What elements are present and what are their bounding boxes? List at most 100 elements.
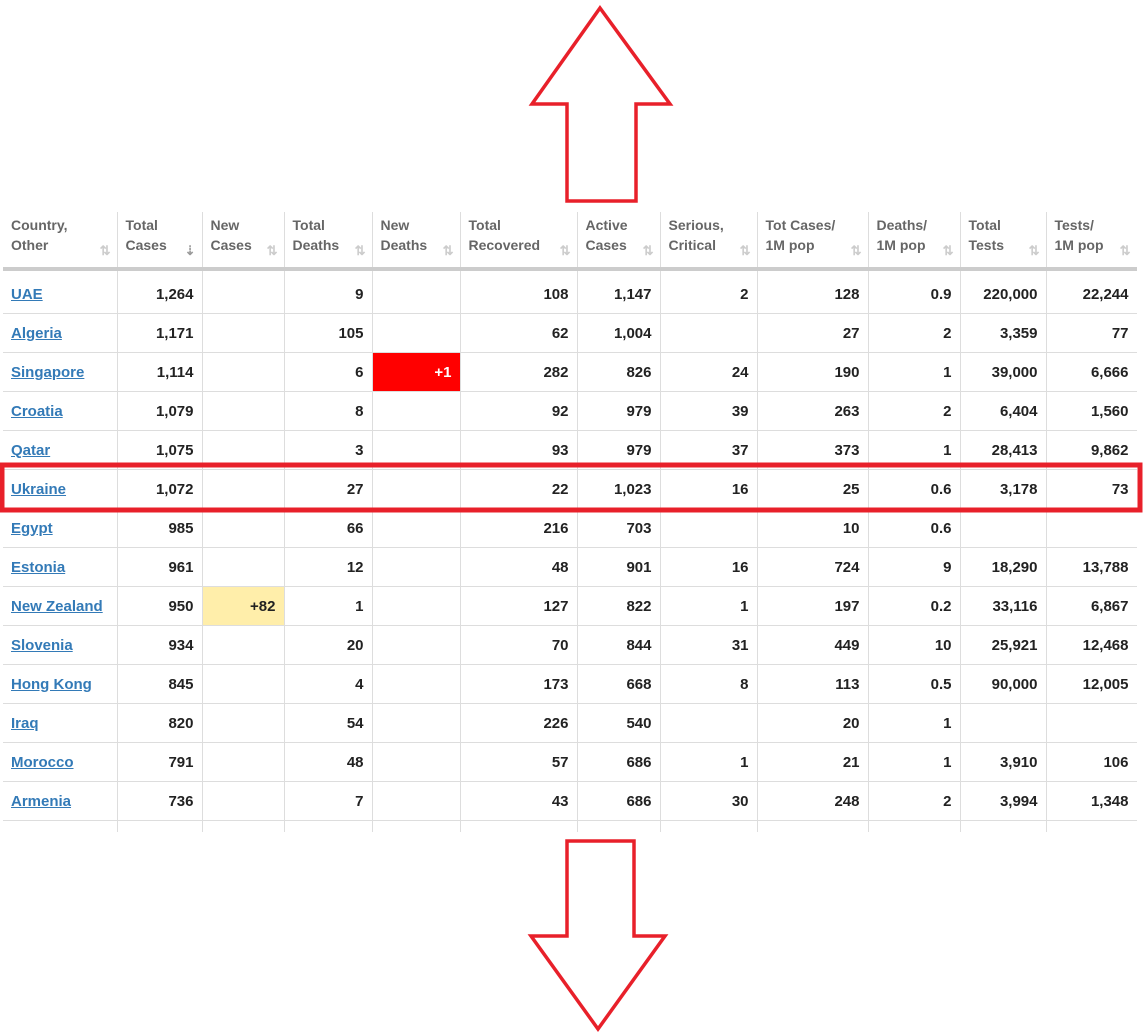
country-link[interactable]: New Zealand	[11, 598, 103, 615]
cell-new-deaths	[371, 275, 461, 314]
column-header[interactable]: Total Recovered ⇅	[460, 212, 578, 271]
country-link[interactable]: Qatar	[11, 442, 50, 459]
cell-tests-1mpop: 77	[1045, 313, 1137, 353]
cell-total-cases: 845	[116, 664, 203, 704]
column-header-label: Deaths	[380, 237, 428, 253]
country-link[interactable]: Iraq	[11, 715, 39, 732]
column-header[interactable]: Tot Cases/1M pop ⇅	[757, 212, 869, 271]
column-header[interactable]: Active Cases ⇅	[577, 212, 661, 271]
cell-tests-1mpop: 12,005	[1045, 664, 1137, 704]
cell-totcases-1mpop: 128	[756, 275, 869, 314]
column-header-label: Other	[11, 237, 49, 253]
sort-arrows-icon[interactable]: ⇅	[267, 241, 278, 261]
cell-total-deaths: 20	[283, 625, 373, 665]
cell-total-tests: 33,116	[959, 586, 1047, 626]
cell-total-recovered: 226	[459, 703, 578, 743]
cell-totcases-1mpop: 197	[756, 586, 869, 626]
country-link[interactable]: Estonia	[11, 559, 65, 576]
sort-arrows-icon[interactable]: ⇅	[643, 241, 654, 261]
column-header[interactable]: Total Cases ⇣	[117, 212, 203, 271]
country-link[interactable]: Croatia	[11, 403, 63, 420]
cell-country-other: Algeria	[3, 313, 118, 353]
table-row: Egypt 985 66 216 703 10 0.6	[3, 508, 1137, 548]
sort-arrows-icon[interactable]: ⇅	[851, 241, 862, 261]
cell-total-cases: 820	[116, 703, 203, 743]
sort-arrows-icon[interactable]: ⇅	[355, 241, 366, 261]
country-link[interactable]: Algeria	[11, 325, 62, 342]
sort-arrows-icon[interactable]: ⇅	[740, 241, 751, 261]
cell-tests-1mpop	[1045, 703, 1137, 743]
column-header-label: Tot Cases/	[765, 217, 836, 233]
country-link[interactable]: Hong Kong	[11, 676, 92, 693]
cell-new-cases	[201, 625, 285, 665]
cell-country-other: Hong Kong	[3, 664, 118, 704]
column-header[interactable]: Total Tests ⇅	[960, 212, 1047, 271]
cell-country-other: Morocco	[3, 742, 118, 782]
column-header[interactable]: Tests/1M pop ⇅	[1046, 212, 1137, 271]
sort-arrows-icon[interactable]: ⇣	[185, 241, 196, 261]
cell-new-cases	[201, 352, 285, 392]
cell-new-cases	[201, 547, 285, 587]
cell-active-cases: 1,004	[576, 313, 661, 353]
country-link[interactable]: Ukraine	[11, 481, 66, 498]
sort-arrows-icon[interactable]: ⇅	[443, 241, 454, 261]
table-row: Hong Kong 845 4 173 668 8 113 0.5 90,000 12,005	[3, 664, 1137, 704]
sort-arrows-icon[interactable]: ⇅	[943, 241, 954, 261]
column-header[interactable]: New Cases ⇅	[202, 212, 285, 271]
sort-arrows-icon[interactable]: ⇅	[1029, 241, 1040, 261]
cell-total-deaths: 6	[283, 352, 373, 392]
country-link[interactable]: Morocco	[11, 754, 74, 771]
cell-total-recovered: 92	[459, 391, 578, 431]
column-header[interactable]: Deaths/1M pop ⇅	[868, 212, 961, 271]
cell-serious-critical: 31	[659, 625, 758, 665]
country-link[interactable]: Armenia	[11, 793, 71, 810]
country-link[interactable]: UAE	[11, 286, 43, 303]
column-header[interactable]: Total Deaths ⇅	[284, 212, 373, 271]
column-header[interactable]: Serious, Critical ⇅	[660, 212, 758, 271]
cell-active-cases: 540	[576, 703, 661, 743]
column-header-label: Cases	[585, 237, 627, 253]
cell-total-tests: 25,921	[959, 625, 1047, 665]
cell-serious-critical	[659, 313, 758, 353]
partial-cell	[959, 820, 1047, 832]
cell-country-other: Ukraine	[3, 469, 118, 509]
column-header-label: Deaths	[292, 237, 340, 253]
column-header[interactable]: New Deaths ⇅	[372, 212, 461, 271]
cell-tests-1mpop: 22,244	[1045, 275, 1137, 314]
cell-country-other: Armenia	[3, 781, 118, 821]
cell-active-cases: 979	[576, 391, 661, 431]
covid-table-container[interactable]: Country, Other ⇅ Total Cases ⇣ New Cases ⇅ Total D…	[3, 212, 1137, 832]
country-link[interactable]: Slovenia	[11, 637, 73, 654]
cell-total-cases: 791	[116, 742, 203, 782]
cell-deaths-1mpop: 1	[867, 430, 961, 470]
cell-deaths-1mpop: 1	[867, 742, 961, 782]
partial-cell	[371, 820, 461, 832]
country-link[interactable]: Singapore	[11, 364, 84, 381]
cell-tests-1mpop: 106	[1045, 742, 1137, 782]
cell-deaths-1mpop: 0.2	[867, 586, 961, 626]
sort-arrows-icon[interactable]: ⇅	[560, 241, 571, 261]
column-header-label: 1M pop	[1054, 237, 1104, 253]
table-header: Country, Other ⇅ Total Cases ⇣ New Cases ⇅ Total D…	[3, 212, 1137, 271]
cell-serious-critical	[659, 508, 758, 548]
cell-total-recovered: 22	[459, 469, 578, 509]
cell-new-deaths	[371, 586, 461, 626]
cell-total-tests	[959, 508, 1047, 548]
cell-total-cases: 934	[116, 625, 203, 665]
column-header-label: New	[210, 217, 240, 233]
sort-arrows-icon[interactable]: ⇅	[100, 241, 111, 261]
column-header[interactable]: Country, Other ⇅	[3, 212, 118, 271]
cell-tests-1mpop: 6,867	[1045, 586, 1137, 626]
cell-new-cases	[201, 703, 285, 743]
cell-totcases-1mpop: 20	[756, 703, 869, 743]
cell-total-recovered: 108	[459, 275, 578, 314]
cell-total-recovered: 93	[459, 430, 578, 470]
cell-totcases-1mpop: 263	[756, 391, 869, 431]
cell-total-tests: 3,910	[959, 742, 1047, 782]
country-link[interactable]: Egypt	[11, 520, 53, 537]
sort-arrows-icon[interactable]: ⇅	[1120, 241, 1131, 261]
cell-new-cases	[201, 469, 285, 509]
table-row: Iraq 820 54 226 540 20 1	[3, 703, 1137, 743]
cell-totcases-1mpop: 21	[756, 742, 869, 782]
cell-new-cases	[201, 664, 285, 704]
